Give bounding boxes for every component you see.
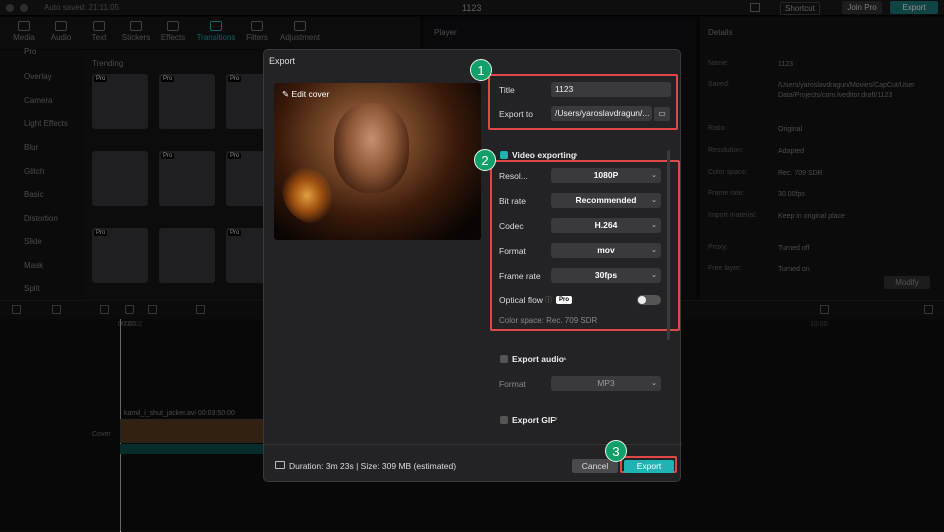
format-select[interactable]: mov ⌄ (551, 243, 661, 258)
bitrate-label: Bit rate (499, 196, 526, 206)
expand-icon[interactable]: ▾ (554, 415, 558, 423)
chevron-down-icon: ⌄ (651, 380, 657, 387)
gif-export-checkbox[interactable] (500, 416, 508, 424)
bitrate-value: Recommended (575, 195, 637, 205)
export-gif-title[interactable]: Export GIF (512, 415, 555, 425)
cover-face (334, 103, 409, 193)
edit-cover-button[interactable]: ✎ Edit cover (282, 89, 329, 100)
chevron-down-icon: ⌄ (651, 222, 657, 229)
bitrate-select[interactable]: Recommended ⌄ (551, 193, 661, 208)
format-label: Format (499, 246, 526, 256)
export-dialog: Export ✎ Edit cover Title 1123 Export to… (263, 49, 682, 482)
frame-rate-select[interactable]: 30fps ⌄ (551, 268, 661, 283)
pro-badge: Pro (556, 296, 573, 304)
audio-format-select[interactable]: MP3 ⌄ (551, 376, 661, 391)
edit-cover-label: Edit cover (291, 89, 330, 99)
export-to-label: Export to (499, 109, 534, 119)
film-icon (275, 461, 285, 469)
annotation-badge-3: 3 (605, 440, 627, 462)
pencil-icon: ✎ (282, 89, 290, 99)
codec-label: Codec (499, 221, 524, 231)
chevron-down-icon: ⌄ (651, 247, 657, 254)
title-label: Title (499, 85, 515, 95)
codec-select[interactable]: H.264 ⌄ (551, 218, 661, 233)
resolution-label: Resol... (499, 171, 528, 181)
folder-icon[interactable]: ▭ (654, 107, 670, 121)
codec-value: H.264 (594, 220, 618, 230)
toggle-knob (638, 296, 646, 304)
resolution-select[interactable]: 1080P ⌄ (551, 168, 661, 183)
audio-format-value: MP3 (597, 378, 615, 388)
frame-rate-label: Frame rate (499, 271, 541, 281)
cover-preview[interactable]: ✎ Edit cover (274, 83, 481, 240)
audio-format-label: Format (499, 379, 526, 389)
optical-flow-toggle[interactable] (637, 295, 661, 305)
dialog-title: Export (269, 56, 296, 66)
optical-flow-label: Optical flow (499, 295, 543, 305)
export-path-input[interactable]: /Users/yaroslavdragun/... (551, 106, 652, 121)
export-audio-title[interactable]: Export audio (512, 354, 564, 364)
chevron-down-icon: ⌄ (651, 197, 657, 204)
resolution-value: 1080P (593, 170, 619, 180)
info-icon[interactable]: ⓘ (545, 295, 552, 305)
video-exporting-title[interactable]: Video exporting (512, 150, 576, 160)
collapse-icon[interactable]: ▴ (563, 354, 567, 362)
export-button[interactable]: Export (624, 460, 674, 473)
video-export-checkbox[interactable] (500, 151, 508, 159)
dialog-scrollbar[interactable] (667, 150, 670, 340)
annotation-badge-1: 1 (470, 59, 492, 81)
annotation-badge-2: 2 (474, 149, 496, 171)
format-value: mov (597, 245, 615, 255)
chevron-down-icon: ⌄ (651, 272, 657, 279)
chevron-down-icon: ⌄ (651, 172, 657, 179)
title-input[interactable]: 1123 (551, 82, 671, 97)
audio-export-checkbox[interactable] (500, 355, 508, 363)
frame-rate-value: 30fps (594, 270, 618, 280)
color-space-info: Color space: Rec. 709 SDR (499, 316, 598, 325)
duration-size-info: Duration: 3m 23s | Size: 309 MB (estimat… (289, 461, 457, 471)
collapse-icon[interactable]: ▴ (574, 150, 578, 158)
